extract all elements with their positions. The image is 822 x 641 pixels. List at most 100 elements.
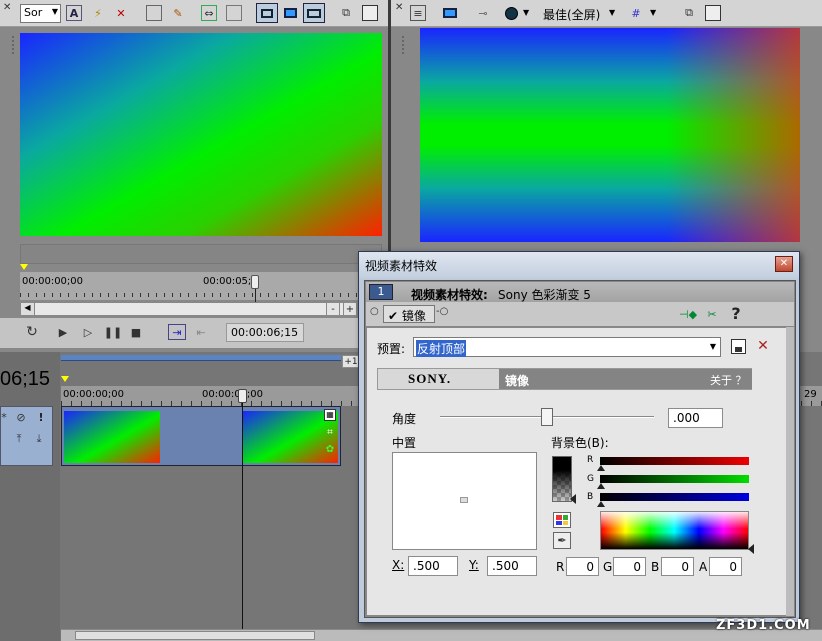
lightning-icon[interactable]: ⚡ [90, 5, 106, 21]
clip-thumbnail-start [64, 411, 160, 463]
timeline-playhead[interactable] [238, 389, 247, 403]
close-icon[interactable]: ✕ [3, 2, 11, 13]
zoom-out-button[interactable]: - [326, 302, 340, 316]
loop-icon[interactable]: ↻ [24, 324, 40, 340]
angle-slider[interactable] [440, 408, 654, 426]
copy-icon[interactable]: ⧉ [338, 5, 354, 21]
crop-icon[interactable]: ⌗ [324, 427, 336, 439]
zoom-in-button[interactable]: + [343, 302, 357, 316]
pencil-icon[interactable]: ✎ [170, 5, 186, 21]
check-icon[interactable]: ✔ [388, 309, 398, 323]
preview-window-icon[interactable] [256, 3, 278, 23]
chevron-down-icon[interactable]: ▼ [650, 8, 656, 17]
plugin-tab-mirror[interactable]: ✔ 镜像 [383, 305, 435, 323]
pane-grip[interactable] [12, 36, 14, 56]
preset-dropdown[interactable]: 反射顶部 ▼ [413, 337, 721, 357]
blue-slider-marker[interactable] [597, 501, 605, 507]
stop-icon[interactable]: ■ [128, 324, 144, 340]
rgba-b-input[interactable]: 0 [661, 557, 694, 576]
fx-icon[interactable]: * [0, 410, 8, 424]
delete-icon[interactable]: ✕ [113, 5, 129, 21]
angle-input[interactable]: .000 [668, 408, 723, 428]
text-icon[interactable]: A [66, 5, 82, 21]
eyedropper-icon[interactable]: ✒ [553, 532, 571, 549]
x-input[interactable]: .500 [408, 556, 458, 576]
dialog-close-button[interactable]: ✕ [775, 256, 793, 272]
properties-icon[interactable]: ≡ [410, 5, 426, 21]
loop-region-bar[interactable] [61, 355, 341, 361]
copy-icon[interactable]: ⧉ [681, 5, 697, 21]
save-preset-icon[interactable] [731, 339, 746, 354]
preview-mode-dropdown[interactable]: Sor ▼ [20, 4, 61, 23]
save-icon[interactable] [362, 5, 378, 21]
delete-preset-icon[interactable]: ✕ [755, 338, 771, 354]
split-icon[interactable]: ⇔ [201, 5, 217, 21]
rgba-a-input[interactable]: 0 [709, 557, 742, 576]
red-channel-slider[interactable] [600, 457, 749, 465]
angle-slider-thumb[interactable] [541, 408, 553, 426]
save-icon[interactable] [705, 5, 721, 21]
event-fx-icon[interactable]: ✿ [323, 444, 337, 456]
y-input[interactable]: .500 [487, 556, 537, 576]
play-from-start-icon[interactable]: ▶ [54, 324, 72, 340]
scroll-left-icon[interactable]: ◀ [21, 303, 35, 315]
trim-icon[interactable] [226, 5, 242, 21]
channel-b-label: B [587, 492, 594, 502]
trimmer-scrollbar[interactable]: ◀ ▶ [20, 302, 358, 316]
alpha-slider-marker[interactable] [570, 494, 576, 504]
marker-out-icon[interactable]: ⇤ [192, 324, 210, 340]
monitor-icon[interactable] [441, 5, 459, 21]
split-screen-icon[interactable]: ⊸ [474, 5, 492, 21]
overlay-icon[interactable] [503, 5, 519, 21]
mute-icon[interactable]: ⊘ [14, 410, 28, 424]
chevron-down-icon: ▼ [51, 7, 58, 16]
channel-g-label: G [587, 474, 594, 484]
center-position-box[interactable] [392, 452, 537, 550]
in-point-marker[interactable] [20, 264, 28, 270]
green-slider-marker[interactable] [597, 483, 605, 489]
help-icon[interactable]: ? [728, 304, 744, 323]
chevron-down-icon[interactable]: ▼ [523, 8, 529, 17]
rgba-g-input[interactable]: 0 [613, 557, 646, 576]
plugin-name: 镜像 [505, 374, 530, 388]
timeline-in-marker[interactable] [61, 376, 69, 382]
channel-r-label: R [587, 455, 594, 465]
timeline-current-time: 06;15 [0, 368, 51, 390]
video-event-clip[interactable]: ▦ ⌗ ✿ [61, 406, 341, 466]
composite-down-icon[interactable]: ⤓ [32, 432, 46, 446]
close-icon[interactable]: ✕ [395, 2, 403, 13]
pause-icon[interactable]: ❚❚ [104, 324, 122, 340]
preview-quality-dropdown[interactable]: 最佳(全屏) [543, 6, 600, 23]
color-palette-button[interactable] [553, 512, 571, 528]
trimmer-playhead[interactable] [251, 275, 259, 289]
event-pan-crop-icon[interactable]: ▦ [324, 409, 336, 421]
snapshot-icon[interactable] [146, 5, 162, 21]
monitor-icon[interactable] [282, 5, 298, 21]
center-point-icon[interactable] [460, 497, 468, 503]
plugin-chain-icon[interactable]: ⊣◆ [679, 306, 697, 322]
about-link[interactable]: 关于 ？ [710, 372, 747, 388]
green-channel-slider[interactable] [600, 475, 749, 483]
solo-icon[interactable]: ! [36, 410, 46, 424]
scrollbar-thumb[interactable] [35, 303, 345, 315]
blue-channel-slider[interactable] [600, 493, 749, 501]
timeline-hscrollbar[interactable] [61, 629, 822, 641]
grid-icon[interactable]: # [628, 5, 644, 21]
scrollbar-thumb[interactable] [75, 631, 315, 640]
color-spectrum-picker[interactable] [600, 511, 749, 550]
dialog-scrollbar[interactable] [786, 327, 794, 616]
trimmer-ruler-mark: 00:00:05; [203, 276, 252, 287]
spectrum-marker[interactable] [748, 544, 754, 554]
remove-plugin-icon[interactable]: ✂ [703, 306, 721, 322]
timeline-ruler-mark: 00:00:05;00 [202, 389, 264, 400]
dual-view-icon[interactable] [303, 3, 325, 23]
trimmer-playhead-line [255, 289, 256, 302]
rgba-r-input[interactable]: 0 [566, 557, 599, 576]
play-icon[interactable]: ▷ [80, 324, 96, 340]
color-swatch-alpha[interactable] [552, 456, 572, 502]
marker-in-icon[interactable]: ⇥ [168, 324, 186, 340]
pane-grip[interactable] [402, 36, 404, 56]
red-slider-marker[interactable] [597, 465, 605, 471]
chevron-down-icon[interactable]: ▼ [609, 8, 615, 17]
composite-up-icon[interactable]: ⤒ [12, 432, 26, 446]
